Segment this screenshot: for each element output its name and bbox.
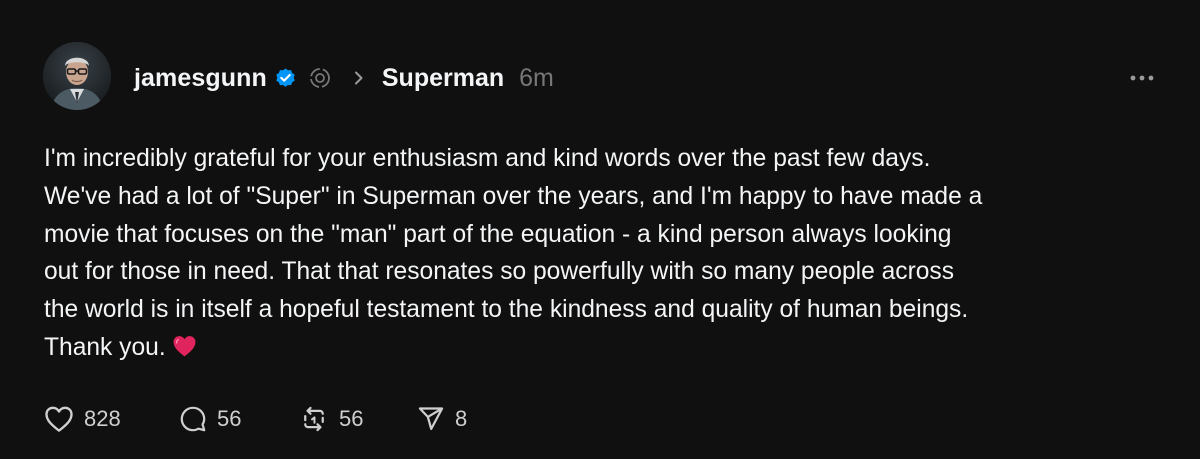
send-icon [418,407,444,431]
reply-button[interactable]: 56 [179,405,299,433]
avatar-image [43,42,111,110]
chevron-right-icon [350,69,368,87]
verified-badge-icon [274,67,297,90]
thread-post: jamesgunn Superman 6m I'm incredibly gra… [0,0,1200,459]
repost-button[interactable]: 56 [299,405,417,433]
more-options-icon [1130,75,1154,81]
like-button[interactable]: 828 [44,405,179,433]
red-heart-emoji-icon [172,332,197,357]
comment-icon [180,406,206,432]
post-header: jamesgunn Superman 6m [134,58,554,98]
share-button[interactable]: 8 [417,405,467,433]
post-body-line: We've had a lot of "Super" in Superman o… [44,182,983,210]
repost-icon [304,406,324,432]
heart-icon [45,406,73,432]
avatar[interactable] [43,42,111,110]
reply-count: 56 [217,406,242,431]
post-body-line: movie that focuses on the "man" part of … [44,220,952,248]
post-body-line: out for those in need. That that resonat… [44,258,955,286]
repost-count: 56 [339,406,364,431]
more-options-button[interactable] [1124,66,1160,90]
post-timestamp[interactable]: 6m [519,64,554,93]
community-icon[interactable] [308,66,332,90]
post-body-line: I'm incredibly grateful for your enthusi… [44,145,931,172]
post-body: I'm incredibly grateful for your enthusi… [44,140,1174,367]
post-actions: 828 56 56 8 [44,401,467,437]
username[interactable]: jamesgunn [134,64,267,93]
post-body-line: Thank you. [44,333,166,361]
topic-tag[interactable]: Superman [382,64,504,93]
share-count: 8 [455,406,468,431]
like-count: 828 [84,406,121,431]
post-body-line: the world is in itself a hopeful testame… [44,296,969,324]
post-body-last-line: Thank you. [44,329,1174,367]
